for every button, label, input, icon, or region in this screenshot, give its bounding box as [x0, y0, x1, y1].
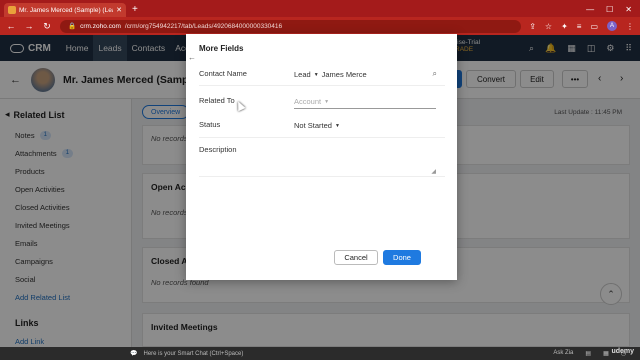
forward-icon[interactable]: →: [24, 21, 34, 31]
kebab-menu-icon[interactable]: ⋮: [626, 22, 634, 31]
minimize-icon[interactable]: —: [586, 5, 594, 14]
window-controls: — ☐ ✕: [586, 5, 640, 14]
bottom-bar: 💬 Here is your Smart Chat (Ctrl+Space) A…: [0, 347, 640, 360]
grid-icon[interactable]: ▦: [603, 350, 609, 357]
description-label: Description: [199, 145, 237, 154]
modal-title: More Fields: [199, 44, 244, 53]
browser-tab[interactable]: Mr. James Merced (Sample) (Lea... ✕: [4, 3, 126, 17]
related-to-label: Related To: [199, 96, 235, 105]
description-row: Description ◢: [199, 142, 445, 177]
maximize-icon[interactable]: ☐: [606, 5, 613, 14]
contact-name-input[interactable]: James Merce: [322, 70, 367, 79]
address-bar: ← → ↻ 🔒 crm.zoho.com/crm/org754942217/ta…: [0, 17, 640, 35]
reload-icon[interactable]: ↻: [42, 21, 52, 32]
share-icon[interactable]: ⇪: [529, 22, 536, 31]
contact-name-label: Contact Name: [199, 69, 247, 78]
search-icon[interactable]: ⌕: [433, 69, 437, 79]
watermark-text: udemy: [611, 348, 634, 355]
chat-icon[interactable]: 💬: [130, 350, 137, 357]
url-host: crm.zoho.com: [80, 22, 121, 30]
extensions-icon[interactable]: ✦: [561, 22, 568, 31]
more-fields-modal: More Fields ← Contact Name Lead ▼ James …: [186, 34, 457, 280]
module-select[interactable]: Lead: [294, 70, 311, 79]
caret-down-icon: ▼: [334, 122, 340, 129]
zoho-favicon-icon: [8, 6, 16, 14]
profile-avatar[interactable]: A: [607, 21, 617, 31]
contact-name-value[interactable]: Lead ▼ James Merce: [294, 70, 367, 79]
status-label: Status: [199, 120, 221, 129]
new-tab-icon[interactable]: +: [132, 4, 138, 15]
url-path: /crm/org754942217/tab/Leads/492068400000…: [124, 22, 283, 30]
caret-down-icon: ▼: [313, 71, 319, 78]
status-value: Not Started: [294, 121, 332, 130]
menu-list-icon[interactable]: ≡: [577, 22, 582, 31]
modal-back-icon[interactable]: ←: [188, 53, 196, 62]
ask-zia-button[interactable]: Ask Zia: [553, 350, 573, 357]
status-row: Status Not Started ▼: [199, 116, 445, 138]
back-icon[interactable]: ←: [6, 21, 16, 31]
done-button[interactable]: Done: [383, 250, 421, 265]
close-window-icon[interactable]: ✕: [625, 5, 632, 14]
notes-icon[interactable]: ▤: [585, 350, 591, 357]
url-input[interactable]: 🔒 crm.zoho.com/crm/org754942217/tab/Lead…: [60, 19, 522, 33]
tab-title: Mr. James Merced (Sample) (Lea...: [19, 6, 114, 14]
star-icon[interactable]: ☆: [545, 22, 552, 31]
resize-handle-icon[interactable]: ◢: [431, 168, 436, 175]
caret-down-icon: ▼: [324, 98, 330, 105]
description-textarea[interactable]: ◢: [294, 156, 436, 175]
related-to-select[interactable]: Account ▼: [294, 97, 329, 106]
lock-icon: 🔒: [68, 23, 77, 30]
browser-tab-bar: Mr. James Merced (Sample) (Lea... ✕ + — …: [0, 0, 640, 17]
status-select[interactable]: Not Started ▼: [294, 121, 340, 130]
close-tab-icon[interactable]: ✕: [116, 6, 122, 14]
sidebar-icon[interactable]: ▭: [590, 22, 598, 31]
related-to-underline: [294, 108, 436, 109]
smart-chat-input[interactable]: Here is your Smart Chat (Ctrl+Space): [143, 351, 243, 357]
cancel-button[interactable]: Cancel: [334, 250, 378, 265]
contact-name-row: Contact Name Lead ▼ James Merce ⌕: [199, 64, 445, 86]
related-to-value: Account: [294, 97, 322, 106]
